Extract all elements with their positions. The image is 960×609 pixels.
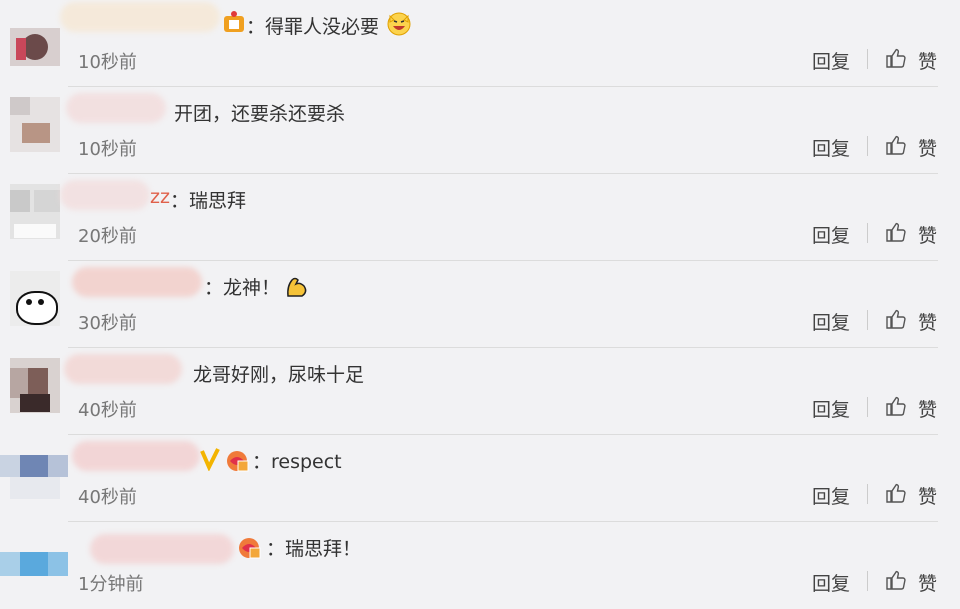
thumbs-up-icon[interactable] <box>884 481 908 505</box>
thumbs-up-icon[interactable] <box>884 307 908 331</box>
comment-item: ：得罪人没必要 10秒前 回复 赞 <box>0 0 960 87</box>
action-divider <box>867 397 868 417</box>
username-blurred[interactable] <box>64 354 182 384</box>
avatar[interactable] <box>10 184 60 239</box>
username-blurred[interactable] <box>72 267 202 297</box>
thumbs-up-icon[interactable] <box>884 220 908 244</box>
timestamp: 30秒前 <box>78 313 137 334</box>
avatar[interactable] <box>10 271 60 326</box>
reply-button[interactable]: 回复 <box>812 482 850 509</box>
like-button[interactable]: 赞 <box>918 308 937 335</box>
vip-badge-icon <box>239 538 261 559</box>
username-blurred[interactable] <box>60 2 220 32</box>
reply-button[interactable]: 回复 <box>812 134 850 161</box>
like-button[interactable]: 赞 <box>918 134 937 161</box>
comment-item: ：龙神！ 30秒前 回复 赞 <box>0 261 960 348</box>
comment-text: ：瑞思拜！ <box>266 538 362 560</box>
like-button[interactable]: 赞 <box>918 482 937 509</box>
reply-button[interactable]: 回复 <box>812 221 850 248</box>
thumbs-up-icon[interactable] <box>884 394 908 418</box>
avatar[interactable] <box>10 28 60 66</box>
username-blurred[interactable] <box>60 180 150 210</box>
timestamp: 10秒前 <box>78 139 137 160</box>
comment-item: ：respect 40秒前 回复 赞 <box>0 435 960 522</box>
username-blurred[interactable] <box>66 93 166 123</box>
action-divider <box>867 571 868 591</box>
timestamp: 40秒前 <box>78 487 137 508</box>
timestamp: 10秒前 <box>78 52 137 73</box>
vip-badge-icon <box>227 451 249 472</box>
avatar[interactable] <box>0 532 68 587</box>
reply-button[interactable]: 回复 <box>812 47 850 74</box>
reply-button[interactable]: 回复 <box>812 395 850 422</box>
username-blurred[interactable] <box>90 534 234 564</box>
timestamp: 1分钟前 <box>78 574 144 595</box>
avatar[interactable] <box>0 445 68 500</box>
thumbs-up-icon[interactable] <box>884 133 908 157</box>
avatar[interactable] <box>10 358 60 413</box>
comment-text: 开团，还要杀还要杀 <box>174 103 346 125</box>
comment-item: ：瑞思拜！ 1分钟前 回复 赞 <box>0 522 960 609</box>
verified-v-icon <box>200 448 220 471</box>
reply-button[interactable]: 回复 <box>812 308 850 335</box>
action-divider <box>867 223 868 243</box>
like-button[interactable]: 赞 <box>918 395 937 422</box>
vip-badge-icon <box>224 11 244 32</box>
username-suffix[interactable]: zz <box>150 186 170 208</box>
like-button[interactable]: 赞 <box>918 569 937 596</box>
flexed-biceps-emoji-icon <box>287 277 307 297</box>
comment-text: ：瑞思拜 <box>170 190 247 212</box>
comment-item: 开团，还要杀还要杀 10秒前 回复 赞 <box>0 87 960 174</box>
comment-item: zz ：瑞思拜 20秒前 回复 赞 <box>0 174 960 261</box>
like-button[interactable]: 赞 <box>918 221 937 248</box>
comment-text: ：respect <box>252 451 342 473</box>
action-divider <box>867 484 868 504</box>
timestamp: 40秒前 <box>78 400 137 421</box>
action-divider <box>867 49 868 69</box>
thumbs-up-icon[interactable] <box>884 46 908 70</box>
comment-text: 龙哥好刚，尿味十足 <box>193 364 365 386</box>
comment-text: ：龙神！ <box>204 277 281 299</box>
reply-button[interactable]: 回复 <box>812 569 850 596</box>
avatar[interactable] <box>10 97 60 152</box>
action-divider <box>867 310 868 330</box>
timestamp: 20秒前 <box>78 226 137 247</box>
action-divider <box>867 136 868 156</box>
thumbs-up-icon[interactable] <box>884 568 908 592</box>
comment-item: 龙哥好刚，尿味十足 40秒前 回复 赞 <box>0 348 960 435</box>
like-button[interactable]: 赞 <box>918 47 937 74</box>
grinning-cat-emoji-icon <box>387 12 411 36</box>
comment-text: ：得罪人没必要 <box>246 16 380 38</box>
username-blurred[interactable] <box>72 441 200 471</box>
